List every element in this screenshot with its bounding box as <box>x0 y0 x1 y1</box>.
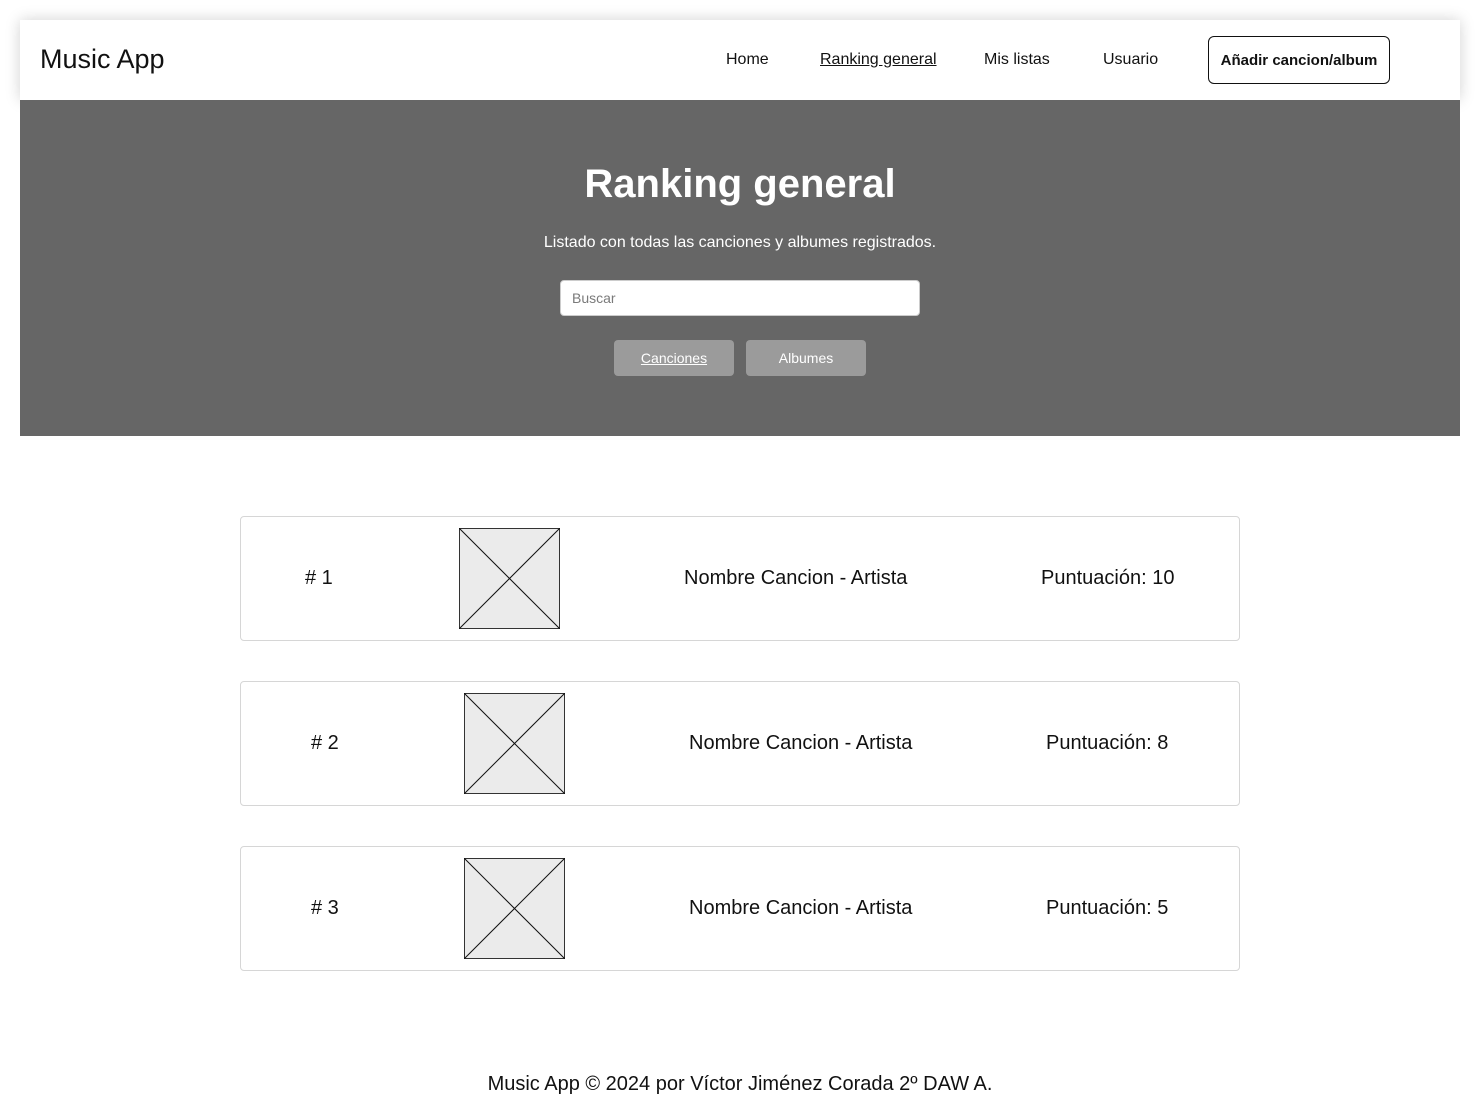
tab-canciones[interactable]: Canciones <box>614 340 734 376</box>
nav-link-ranking-general[interactable]: Ranking general <box>820 51 937 69</box>
ranking-row[interactable]: # 3 Nombre Cancion - Artista Puntuación:… <box>240 846 1240 971</box>
footer-text: Music App © 2024 por Víctor Jiménez Cora… <box>487 1073 993 1095</box>
song-score: Puntuación: 10 <box>1041 567 1175 589</box>
search-input[interactable] <box>560 280 920 316</box>
song-title: Nombre Cancion - Artista <box>689 732 913 754</box>
page-subtitle: Listado con todas las canciones y albume… <box>543 234 937 251</box>
nav-link-mis-listas[interactable]: Mis listas <box>984 51 1050 69</box>
song-score: Puntuación: 8 <box>1046 732 1169 754</box>
brand-logo[interactable]: Music App <box>40 44 165 75</box>
song-title: Nombre Cancion - Artista <box>684 567 908 589</box>
rank-number: # 1 <box>305 567 333 589</box>
image-placeholder-icon <box>459 528 560 629</box>
song-title: Nombre Cancion - Artista <box>689 897 913 919</box>
rank-number: # 2 <box>311 732 339 754</box>
tab-albumes[interactable]: Albumes <box>746 340 866 376</box>
tab-albumes-label: Albumes <box>778 350 834 366</box>
add-song-album-button[interactable]: Añadir cancion/album <box>1208 36 1390 84</box>
nav-link-home[interactable]: Home <box>726 51 769 69</box>
tab-canciones-label: Canciones <box>640 350 708 366</box>
ranking-row[interactable]: # 1 Nombre Cancion - Artista Puntuación:… <box>240 516 1240 641</box>
nav-link-usuario[interactable]: Usuario <box>1103 51 1158 69</box>
navbar: Music App Home Ranking general Mis lista… <box>20 20 1460 100</box>
hero-section: Ranking general Listado con todas las ca… <box>20 100 1460 436</box>
rank-number: # 3 <box>311 897 339 919</box>
image-placeholder-icon <box>464 693 565 794</box>
ranking-row[interactable]: # 2 Nombre Cancion - Artista Puntuación:… <box>240 681 1240 806</box>
song-score: Puntuación: 5 <box>1046 897 1169 919</box>
page-title: Ranking general <box>584 162 896 206</box>
image-placeholder-icon <box>464 858 565 959</box>
